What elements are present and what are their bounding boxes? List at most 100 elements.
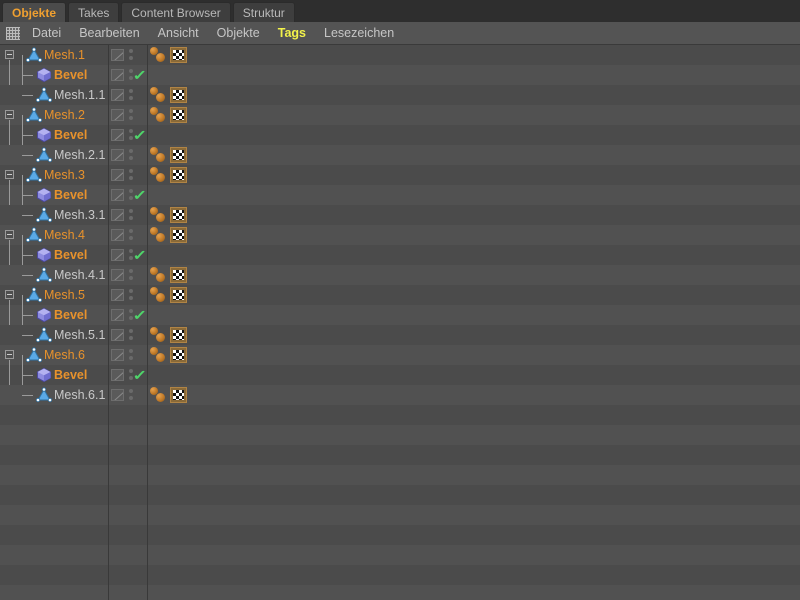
texture-tag[interactable] bbox=[170, 227, 187, 243]
layer-swatch[interactable] bbox=[111, 129, 124, 141]
material-tag[interactable] bbox=[150, 227, 167, 243]
enabled-check-icon[interactable]: ✓ bbox=[133, 188, 148, 202]
enabled-check-icon[interactable]: ✓ bbox=[133, 368, 148, 382]
layer-swatch[interactable] bbox=[111, 149, 124, 161]
tree-row[interactable]: Mesh.6 bbox=[0, 345, 800, 385]
object-name-label[interactable]: Bevel bbox=[54, 185, 87, 205]
tree-row[interactable]: Bevel ✓ bbox=[0, 175, 800, 205]
visibility-dots[interactable] bbox=[129, 109, 134, 121]
tree-row[interactable]: Mesh.3 bbox=[0, 165, 800, 205]
tree-row[interactable]: Bevel ✓ bbox=[0, 355, 800, 385]
layer-swatch[interactable] bbox=[111, 309, 124, 321]
layer-swatch[interactable] bbox=[111, 269, 124, 281]
expander-toggle[interactable] bbox=[5, 110, 14, 119]
visibility-dots[interactable] bbox=[129, 289, 134, 301]
tree-row[interactable]: Bevel ✓ bbox=[0, 115, 800, 145]
tab-struktur[interactable]: Struktur bbox=[232, 2, 295, 22]
tree-row[interactable]: Mesh.1.1 bbox=[0, 75, 800, 105]
object-name-label[interactable]: Bevel bbox=[54, 65, 87, 85]
material-tag[interactable] bbox=[150, 267, 167, 283]
visibility-dots[interactable] bbox=[129, 349, 134, 361]
tab-objekte[interactable]: Objekte bbox=[2, 2, 67, 22]
object-name-label[interactable]: Mesh.5 bbox=[44, 285, 85, 305]
object-name-label[interactable]: Mesh.3 bbox=[44, 165, 85, 185]
object-name-label[interactable]: Mesh.5.1 bbox=[54, 325, 105, 345]
visibility-dots[interactable] bbox=[129, 169, 134, 181]
layer-swatch[interactable] bbox=[111, 329, 124, 341]
tree-row[interactable]: Mesh.6.1 bbox=[0, 375, 800, 405]
expander-toggle[interactable] bbox=[5, 50, 14, 59]
visibility-dots[interactable] bbox=[129, 149, 134, 161]
tree-row[interactable]: Mesh.2 bbox=[0, 105, 800, 145]
tree-row[interactable]: Bevel ✓ bbox=[0, 295, 800, 325]
texture-tag[interactable] bbox=[170, 387, 187, 403]
texture-tag[interactable] bbox=[170, 287, 187, 303]
object-name-label[interactable]: Bevel bbox=[54, 305, 87, 325]
expander-toggle[interactable] bbox=[5, 290, 14, 299]
grid-icon[interactable] bbox=[6, 26, 20, 40]
object-name-label[interactable]: Mesh.6 bbox=[44, 345, 85, 365]
tab-content-browser[interactable]: Content Browser bbox=[121, 2, 231, 22]
layer-swatch[interactable] bbox=[111, 169, 124, 181]
texture-tag[interactable] bbox=[170, 167, 187, 183]
material-tag[interactable] bbox=[150, 167, 167, 183]
enabled-check-icon[interactable]: ✓ bbox=[133, 68, 148, 82]
tree-row[interactable]: Mesh.5.1 bbox=[0, 315, 800, 345]
layer-swatch[interactable] bbox=[111, 289, 124, 301]
texture-tag[interactable] bbox=[170, 267, 187, 283]
layer-swatch[interactable] bbox=[111, 249, 124, 261]
texture-tag[interactable] bbox=[170, 327, 187, 343]
layer-swatch[interactable] bbox=[111, 209, 124, 221]
material-tag[interactable] bbox=[150, 87, 167, 103]
material-tag[interactable] bbox=[150, 147, 167, 163]
menu-item-ansicht[interactable]: Ansicht bbox=[149, 23, 208, 44]
texture-tag[interactable] bbox=[170, 47, 187, 63]
tab-takes[interactable]: Takes bbox=[68, 2, 120, 22]
tree-row[interactable]: Mesh.2.1 bbox=[0, 135, 800, 165]
menu-item-objekte[interactable]: Objekte bbox=[208, 23, 269, 44]
object-name-label[interactable]: Mesh.1 bbox=[44, 45, 85, 65]
texture-tag[interactable] bbox=[170, 107, 187, 123]
texture-tag[interactable] bbox=[170, 207, 187, 223]
tree-row[interactable]: Bevel ✓ bbox=[0, 55, 800, 85]
layer-swatch[interactable] bbox=[111, 69, 124, 81]
tree-row[interactable]: Mesh.3.1 bbox=[0, 195, 800, 225]
texture-tag[interactable] bbox=[170, 147, 187, 163]
expander-toggle[interactable] bbox=[5, 350, 14, 359]
texture-tag[interactable] bbox=[170, 347, 187, 363]
material-tag[interactable] bbox=[150, 207, 167, 223]
object-name-label[interactable]: Bevel bbox=[54, 245, 87, 265]
layer-swatch[interactable] bbox=[111, 49, 124, 61]
visibility-dots[interactable] bbox=[129, 389, 134, 401]
visibility-dots[interactable] bbox=[129, 49, 134, 61]
enabled-check-icon[interactable]: ✓ bbox=[133, 248, 148, 262]
object-name-label[interactable]: Mesh.4.1 bbox=[54, 265, 105, 285]
object-name-label[interactable]: Mesh.3.1 bbox=[54, 205, 105, 225]
tree-row[interactable]: Mesh.4.1 bbox=[0, 255, 800, 285]
menu-item-tags[interactable]: Tags bbox=[269, 23, 315, 44]
layer-swatch[interactable] bbox=[111, 109, 124, 121]
tree-row[interactable]: Mesh.1 bbox=[0, 45, 800, 85]
tree-row[interactable]: Bevel ✓ bbox=[0, 235, 800, 265]
object-name-label[interactable]: Mesh.4 bbox=[44, 225, 85, 245]
material-tag[interactable] bbox=[150, 327, 167, 343]
enabled-check-icon[interactable]: ✓ bbox=[133, 128, 148, 142]
material-tag[interactable] bbox=[150, 107, 167, 123]
material-tag[interactable] bbox=[150, 387, 167, 403]
layer-swatch[interactable] bbox=[111, 89, 124, 101]
object-name-label[interactable]: Mesh.2.1 bbox=[54, 145, 105, 165]
visibility-dots[interactable] bbox=[129, 209, 134, 221]
material-tag[interactable] bbox=[150, 47, 167, 63]
menu-item-bearbeiten[interactable]: Bearbeiten bbox=[70, 23, 148, 44]
object-name-label[interactable]: Mesh.2 bbox=[44, 105, 85, 125]
layer-swatch[interactable] bbox=[111, 369, 124, 381]
object-name-label[interactable]: Bevel bbox=[54, 365, 87, 385]
tree-row[interactable]: Mesh.5 bbox=[0, 285, 800, 325]
object-name-label[interactable]: Bevel bbox=[54, 125, 87, 145]
texture-tag[interactable] bbox=[170, 87, 187, 103]
material-tag[interactable] bbox=[150, 287, 167, 303]
menu-item-datei[interactable]: Datei bbox=[23, 23, 70, 44]
material-tag[interactable] bbox=[150, 347, 167, 363]
object-name-label[interactable]: Mesh.6.1 bbox=[54, 385, 105, 405]
visibility-dots[interactable] bbox=[129, 329, 134, 341]
